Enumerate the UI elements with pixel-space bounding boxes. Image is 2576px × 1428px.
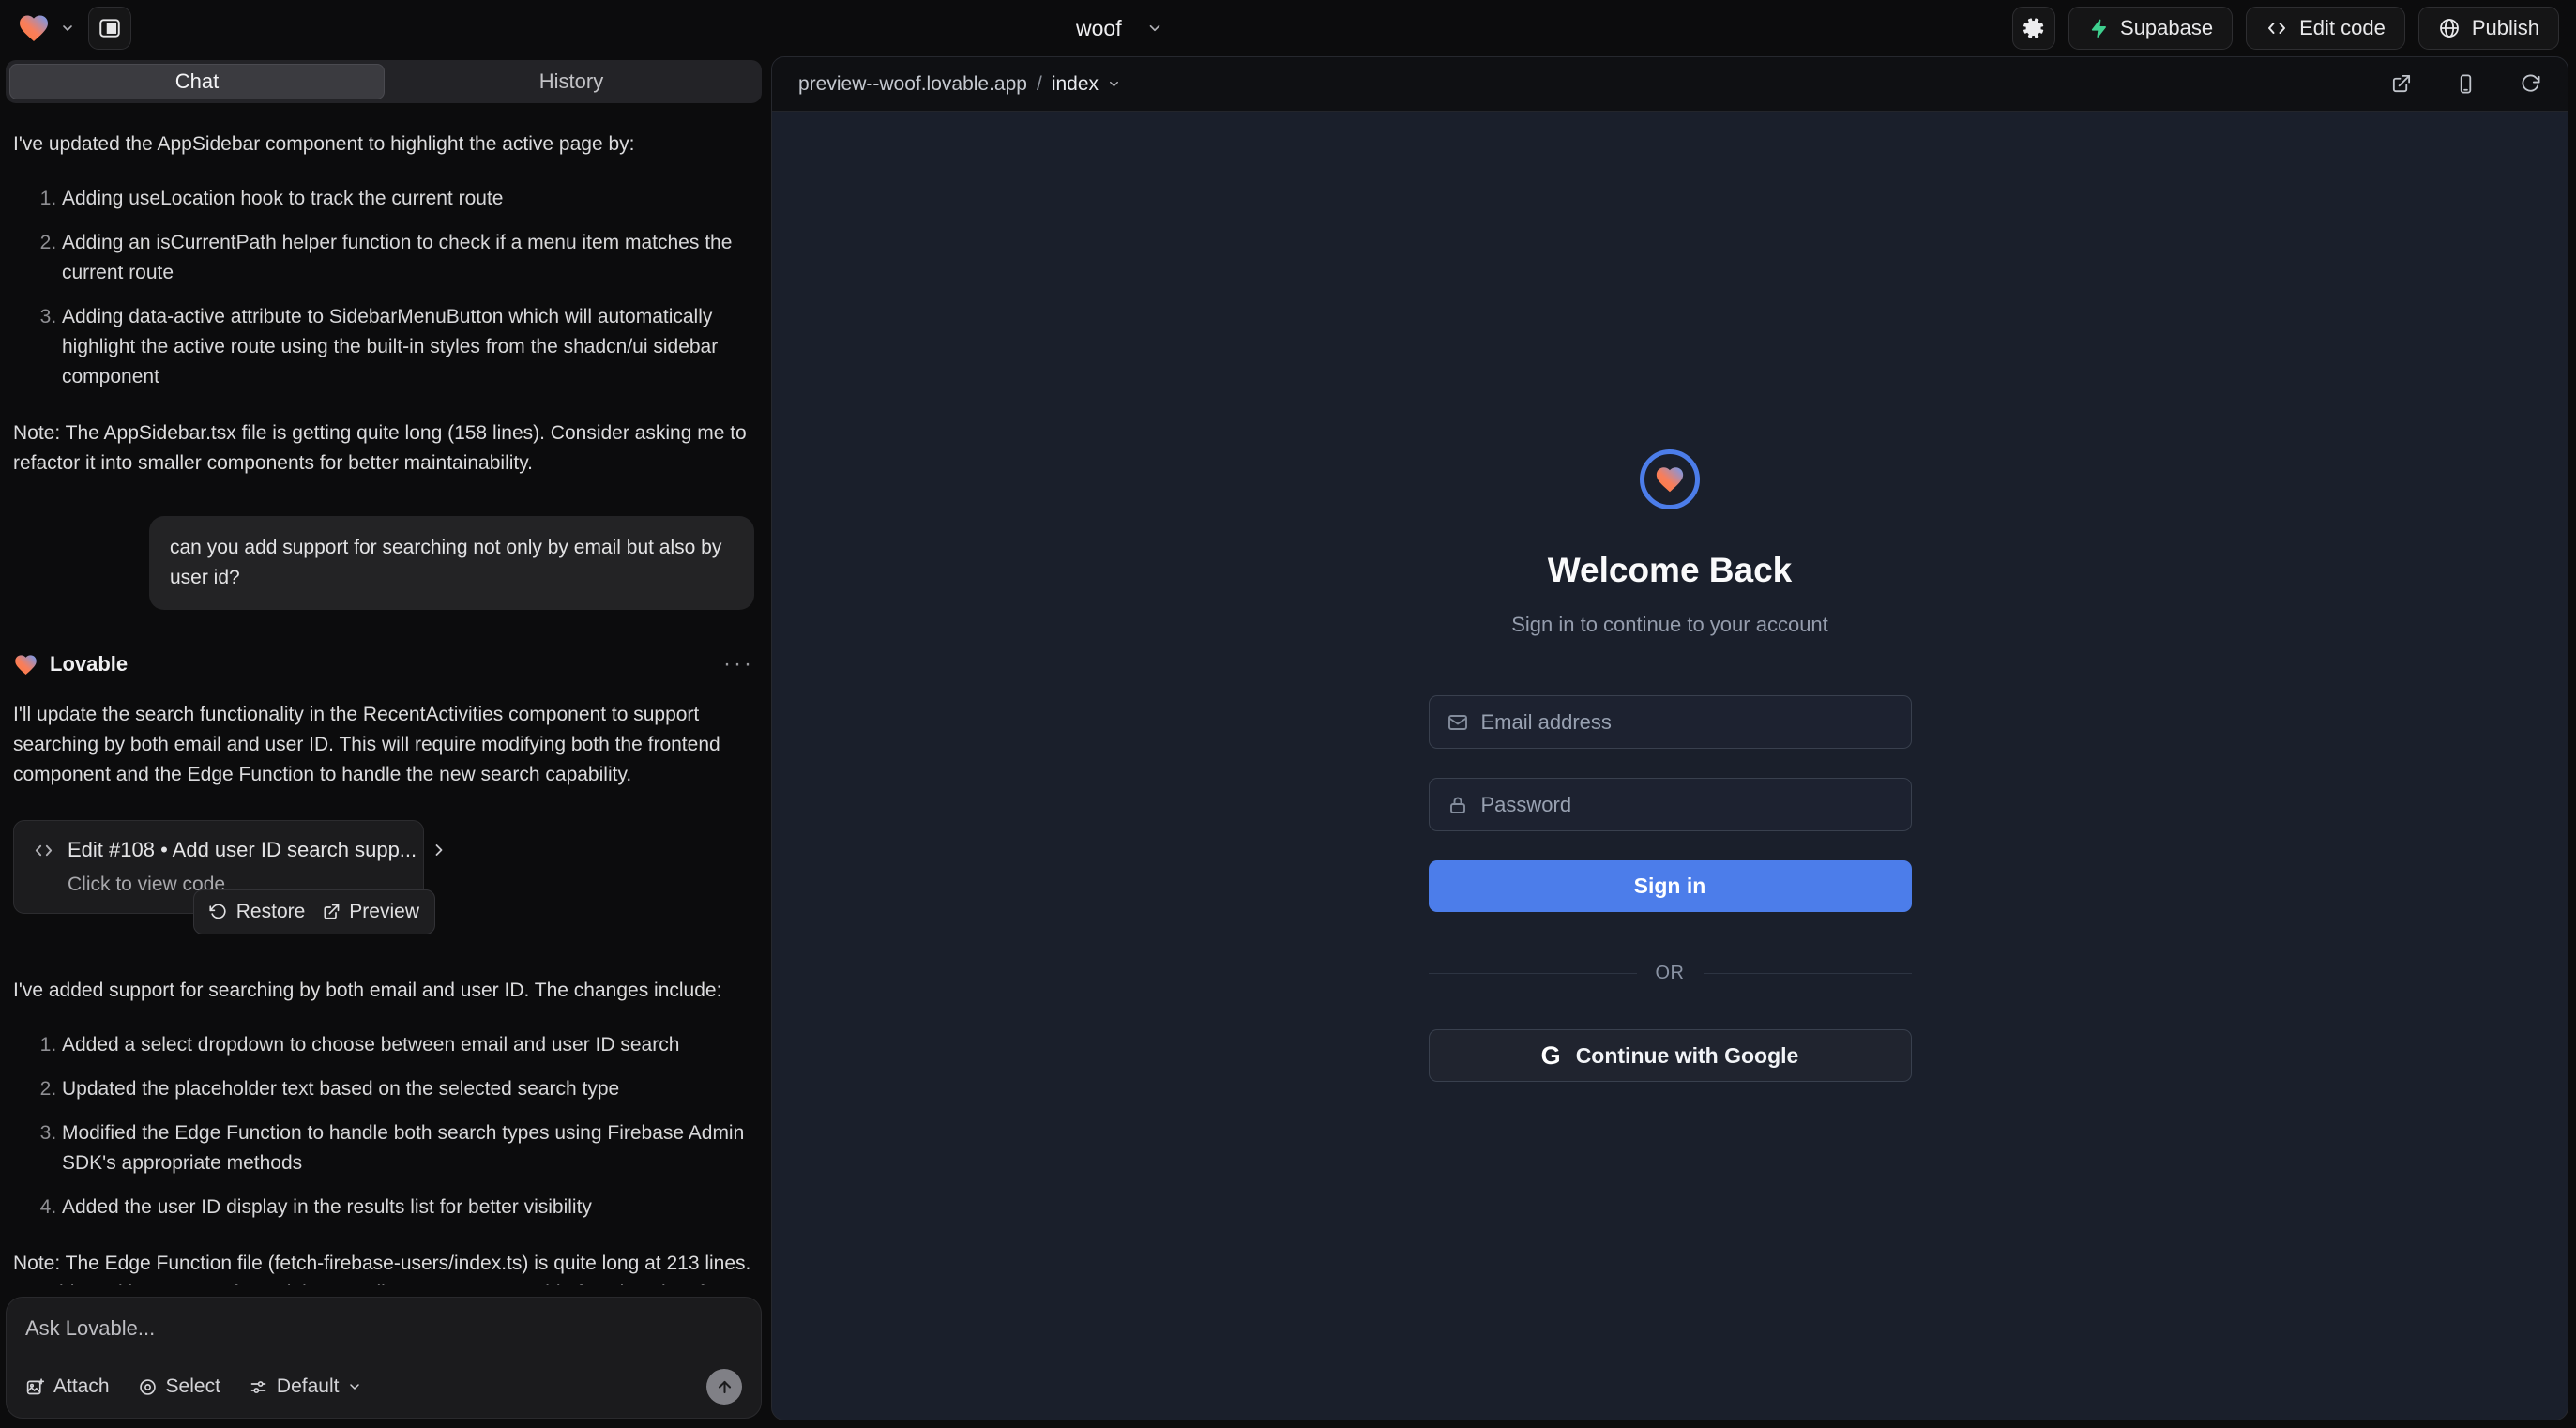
assistant-paragraph: I've updated the AppSidebar component to…	[13, 129, 754, 160]
user-message-bubble: can you add support for searching not on…	[149, 516, 754, 610]
mail-icon	[1447, 711, 1469, 734]
composer: Attach Select Default	[6, 1297, 762, 1419]
chevron-down-icon	[60, 21, 75, 36]
divider-line	[1429, 973, 1637, 974]
google-g-icon: G	[1541, 1041, 1561, 1071]
edit-code-button[interactable]: Edit code	[2246, 7, 2405, 50]
preview-header: preview--woof.lovable.app / index	[772, 57, 2568, 112]
target-icon	[138, 1377, 158, 1397]
list-item: Adding useLocation hook to track the cur…	[62, 184, 754, 214]
assistant-paragraph: I've added support for searching by both…	[13, 976, 754, 1006]
restore-label: Restore	[236, 901, 306, 923]
heart-icon	[1654, 463, 1686, 495]
lock-icon	[1447, 794, 1469, 816]
attach-image-icon	[25, 1377, 45, 1397]
chevron-right-icon	[430, 841, 448, 859]
lovable-heart-icon	[13, 652, 38, 677]
list-item: Adding data-active attribute to SidebarM…	[62, 302, 754, 392]
lovable-heart-icon	[17, 11, 51, 45]
page-title: Welcome Back	[1548, 551, 1793, 590]
tab-history[interactable]: History	[385, 64, 758, 99]
globe-icon	[2438, 17, 2461, 39]
list-item: Adding an isCurrentPath helper function …	[62, 228, 754, 288]
edit-card-wrap: Edit #108 • Add user ID search supp... C…	[13, 820, 424, 934]
refresh-icon[interactable]	[2520, 73, 2541, 95]
external-link-icon	[322, 903, 341, 921]
gear-icon	[2023, 17, 2045, 39]
assistant-numbered-list: Added a select dropdown to choose betwee…	[13, 1030, 754, 1223]
message-menu-button[interactable]: ···	[723, 651, 754, 677]
divider-line	[1704, 973, 1912, 974]
google-sign-in-button[interactable]: G Continue with Google	[1429, 1029, 1912, 1082]
assistant-paragraph: I'll update the search functionality in …	[13, 700, 754, 790]
restore-button[interactable]: Restore	[204, 897, 311, 927]
arrow-up-icon	[716, 1378, 734, 1396]
project-switcher[interactable]: woof	[1076, 0, 1163, 56]
password-field[interactable]	[1481, 793, 1894, 817]
list-item: Added the user ID display in the results…	[62, 1193, 754, 1223]
preview-url: preview--woof.lovable.app	[798, 73, 1027, 96]
google-label: Continue with Google	[1576, 1043, 1799, 1069]
sign-in-button[interactable]: Sign in	[1429, 860, 1912, 912]
attach-label: Attach	[53, 1375, 110, 1398]
page-subtitle: Sign in to continue to your account	[1511, 613, 1828, 637]
preview-button[interactable]: Preview	[316, 897, 425, 927]
mode-selector[interactable]: Default	[249, 1375, 363, 1398]
assistant-header: Lovable ···	[13, 651, 754, 677]
chat-panel: Chat History I've updated the AppSidebar…	[0, 56, 767, 1428]
attach-button[interactable]: Attach	[25, 1375, 110, 1398]
supabase-button[interactable]: Supabase	[2068, 7, 2233, 50]
edit-card-title: Edit #108 • Add user ID search supp...	[68, 838, 417, 862]
open-in-new-tab-icon[interactable]	[2390, 73, 2412, 95]
chat-messages[interactable]: I've updated the AppSidebar component to…	[0, 103, 767, 1285]
select-label: Select	[166, 1375, 220, 1398]
sliders-icon	[249, 1377, 268, 1397]
sign-in-card: Welcome Back Sign in to continue to your…	[1429, 449, 1912, 1082]
list-item: Updated the placeholder text based on th…	[62, 1074, 754, 1104]
chevron-down-icon	[1107, 77, 1121, 91]
tab-chat[interactable]: Chat	[9, 64, 385, 99]
list-item: Added a select dropdown to choose betwee…	[62, 1030, 754, 1060]
or-label: OR	[1656, 963, 1685, 984]
app-logo	[1640, 449, 1700, 509]
supabase-label: Supabase	[2120, 16, 2213, 40]
assistant-numbered-list: Adding useLocation hook to track the cur…	[13, 184, 754, 392]
or-divider: OR	[1429, 963, 1912, 984]
assistant-name: Lovable	[50, 652, 128, 676]
edit-code-label: Edit code	[2299, 16, 2386, 40]
publish-button[interactable]: Publish	[2418, 7, 2559, 50]
mode-label: Default	[277, 1375, 340, 1398]
page-selector[interactable]: index	[1052, 73, 1121, 96]
code-icon	[2265, 17, 2288, 39]
chevron-down-icon	[1146, 20, 1163, 37]
code-icon	[33, 840, 54, 861]
send-button[interactable]	[706, 1369, 742, 1405]
restore-icon	[209, 903, 228, 921]
toggle-sidebar-button[interactable]	[88, 7, 131, 50]
mobile-view-icon[interactable]	[2455, 73, 2477, 95]
email-field[interactable]	[1481, 710, 1894, 735]
chat-input[interactable]	[25, 1316, 742, 1341]
chat-history-tabs: Chat History	[6, 60, 762, 103]
page-name: index	[1052, 73, 1099, 96]
edit-actions: Restore Preview	[193, 889, 435, 934]
assistant-note: Note: The Edge Function file (fetch-fire…	[13, 1249, 754, 1285]
lovable-logo-menu[interactable]	[17, 11, 75, 45]
chevron-down-icon	[347, 1379, 362, 1394]
preview-panel: preview--woof.lovable.app / index	[771, 56, 2568, 1420]
assistant-note: Note: The AppSidebar.tsx file is getting…	[13, 418, 754, 479]
email-field-wrap	[1429, 695, 1912, 749]
project-name: woof	[1076, 16, 1122, 41]
select-button[interactable]: Select	[138, 1375, 220, 1398]
url-separator: /	[1037, 73, 1042, 96]
panel-left-icon	[98, 16, 122, 40]
preview-label: Preview	[349, 901, 419, 923]
preview-app: Welcome Back Sign in to continue to your…	[772, 112, 2568, 1420]
supabase-bolt-icon	[2088, 18, 2109, 38]
publish-label: Publish	[2472, 16, 2539, 40]
top-bar: woof Supabase Edit code Publish	[0, 0, 2576, 56]
password-field-wrap	[1429, 778, 1912, 831]
list-item: Modified the Edge Function to handle bot…	[62, 1118, 754, 1178]
settings-button[interactable]	[2012, 7, 2055, 50]
